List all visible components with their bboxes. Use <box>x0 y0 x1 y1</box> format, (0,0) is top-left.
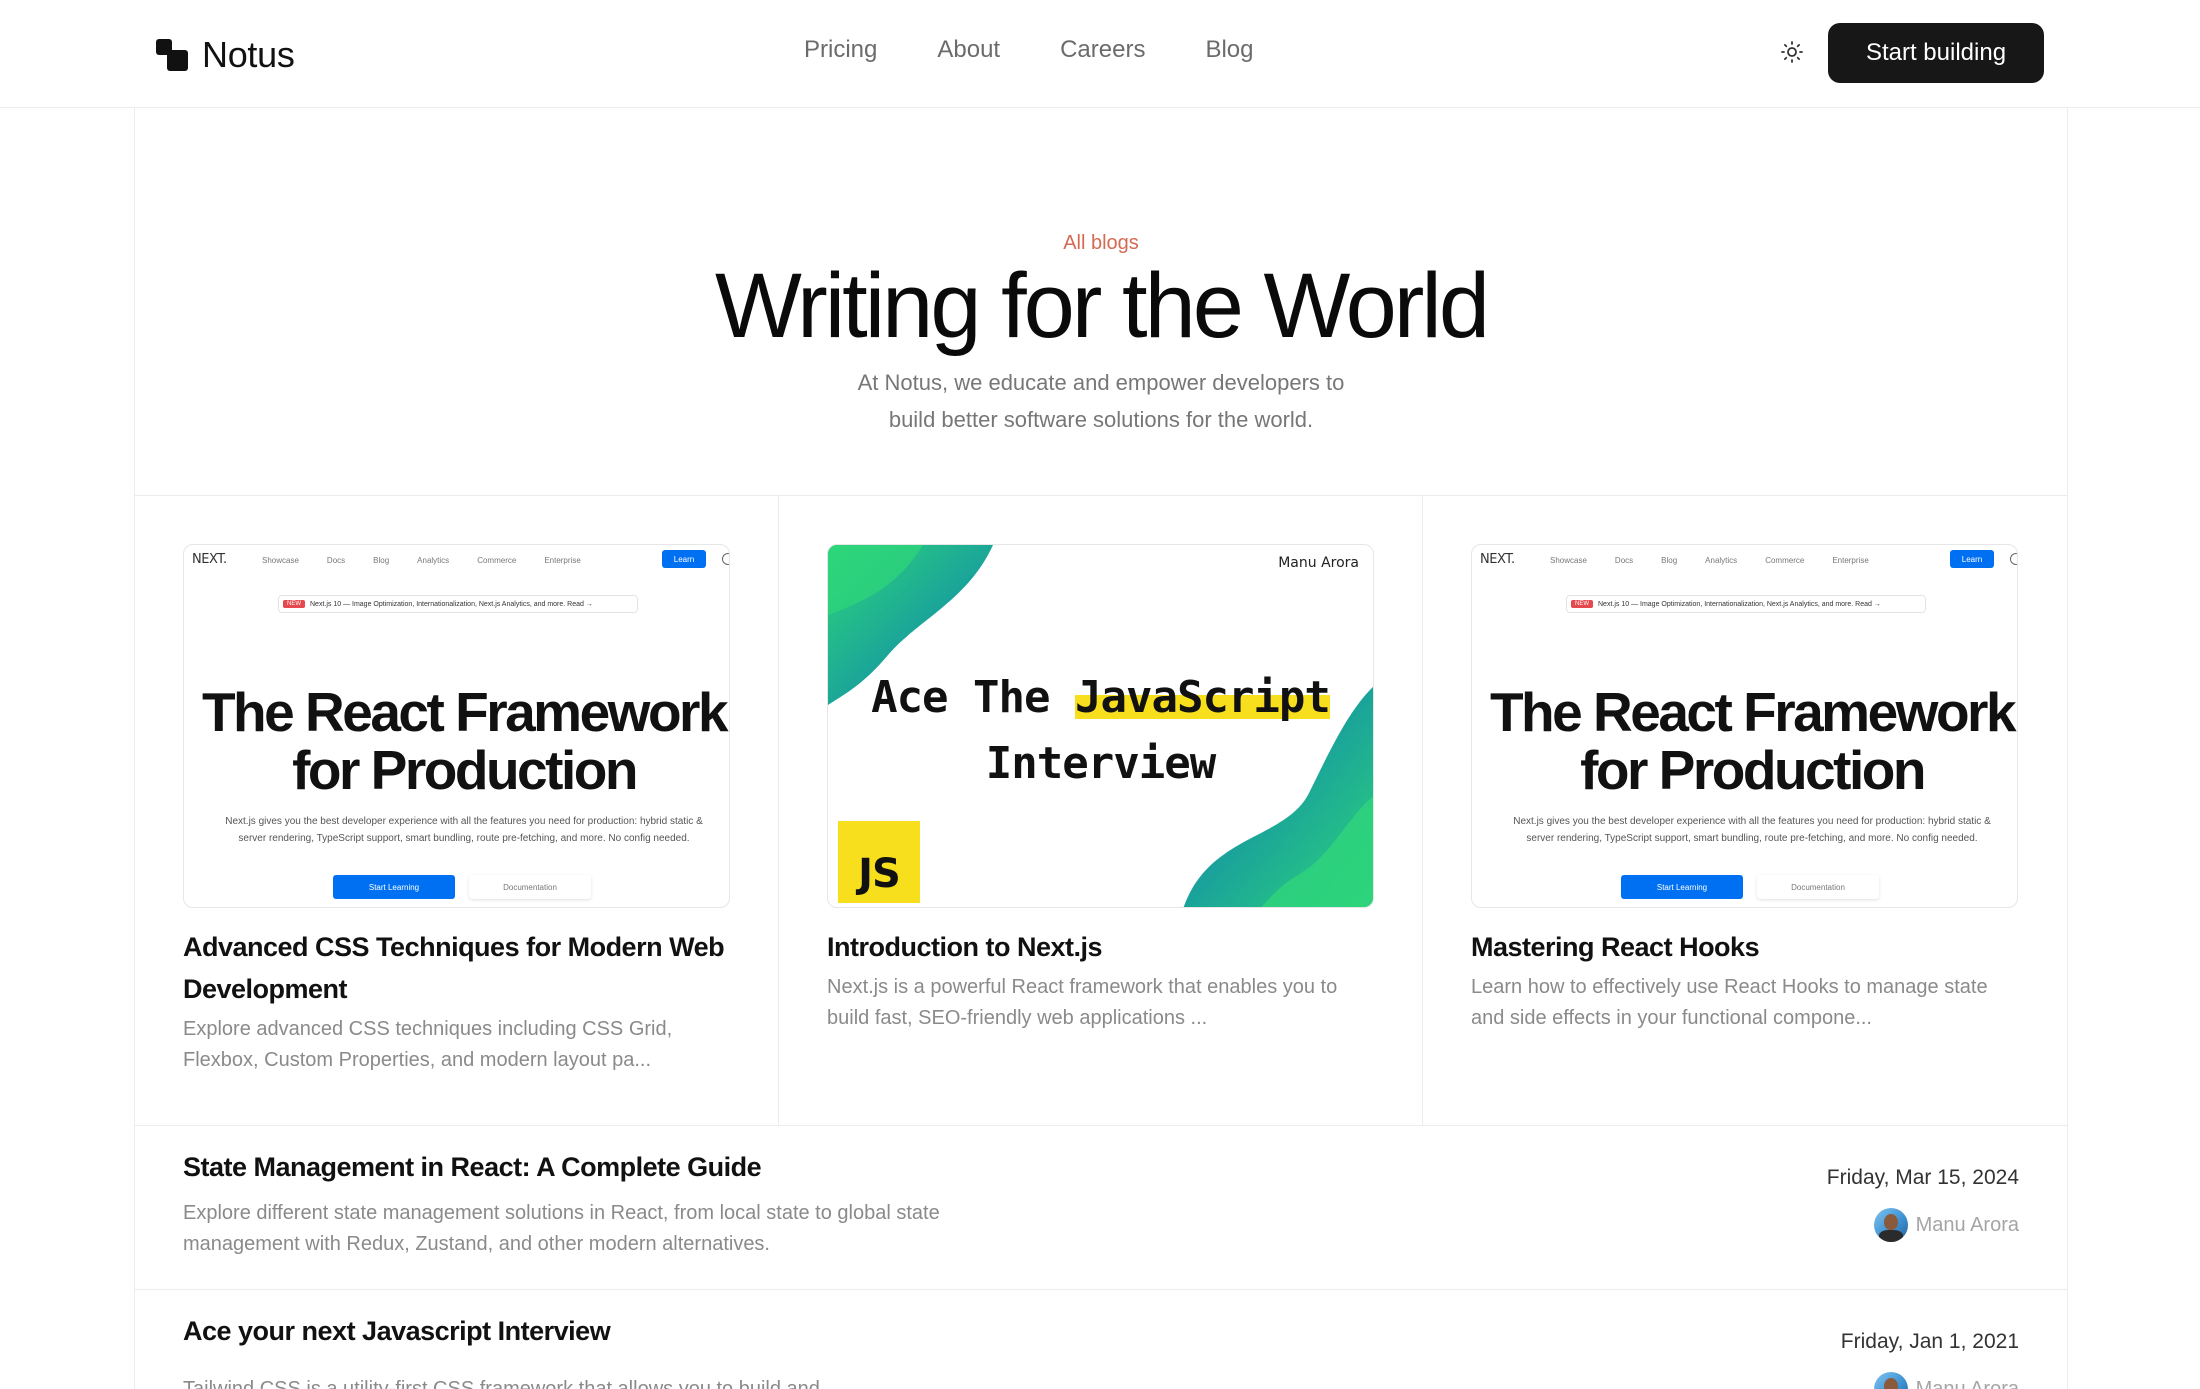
thumb-announcement: NEW Next.js 10 — Image Optimization, Int… <box>1566 595 1926 613</box>
paragraph-line: Next.js gives you the best developer exp… <box>225 816 703 827</box>
post-thumbnail[interactable]: NEXT. Showcase Docs Blog Analytics Comme… <box>1471 544 2018 908</box>
thumb-menu-item: Analytics <box>417 556 450 565</box>
post-author[interactable]: Manu Arora <box>1873 1208 2019 1242</box>
post-card[interactable]: NEXT. Showcase Docs Blog Analytics Comme… <box>1423 496 2067 1126</box>
post-date: Friday, Mar 15, 2024 <box>1826 1166 2019 1189</box>
avatar <box>1873 1372 1908 1389</box>
start-building-button[interactable]: Start building <box>1828 23 2044 83</box>
theme-toggle-button[interactable] <box>1778 38 1806 66</box>
thumb-documentation: Documentation <box>1757 875 1879 899</box>
post-excerpt: Explore advanced CSS techniques includin… <box>183 1018 673 1071</box>
thumb-menu-item: Analytics <box>1705 556 1738 565</box>
brand-name: Notus <box>202 34 295 75</box>
thumb-menu-item: Enterprise <box>544 556 581 565</box>
thumb-start-learning: Start Learning <box>333 875 455 899</box>
post-row[interactable]: State Management in React: A Complete Gu… <box>135 1126 2067 1290</box>
thumb-navbar: NEXT. Showcase Docs Blog Analytics Comme… <box>184 545 729 575</box>
all-blogs-label: All blogs <box>1063 232 1139 254</box>
subtitle-line: At Notus, we educate and empower develop… <box>857 370 1345 395</box>
post-excerpt: Learn how to effectively use React Hooks… <box>1471 976 1988 1029</box>
thumb-menu-item: Showcase <box>1550 556 1587 565</box>
page-subtitle: At Notus, we educate and empower develop… <box>135 364 2067 438</box>
headline-line: for Production <box>1580 739 1926 801</box>
headline-line: Interview <box>985 738 1216 789</box>
thumb-menu-item: Blog <box>373 556 390 565</box>
nav-link-pricing[interactable]: Pricing <box>804 36 877 64</box>
nav-link-careers[interactable]: Careers <box>1060 36 1145 64</box>
post-title[interactable]: State Management in React: A Complete Gu… <box>183 1152 762 1183</box>
github-icon <box>722 553 729 565</box>
main-nav: Pricing About Careers Blog <box>804 36 1253 64</box>
new-badge: NEW <box>1571 600 1593 608</box>
navbar: Notus Pricing About Careers Blog Start b… <box>0 0 2200 108</box>
thumb-paragraph: Next.js gives you the best developer exp… <box>1472 813 2017 847</box>
thumb-learn-badge: Learn <box>662 550 706 568</box>
thumb-menu-item: Commerce <box>477 556 517 565</box>
thumb-paragraph: Next.js gives you the best developer exp… <box>184 813 729 847</box>
thumb-headline: The React Framework for Production <box>1472 681 2017 801</box>
brand-logo[interactable]: Notus <box>156 34 295 76</box>
thumb-headline: The React Framework for Production <box>184 681 729 801</box>
thumb-menu: Showcase Docs Blog Analytics Commerce En… <box>1550 556 1869 565</box>
thumb-start-learning: Start Learning <box>1621 875 1743 899</box>
hero: All blogs Writing for the World At Notus… <box>135 108 2067 496</box>
notus-logo-icon <box>156 39 188 71</box>
headline-line: The React Framework <box>201 681 729 743</box>
post-title[interactable]: Mastering React Hooks <box>1471 926 2018 968</box>
js-logo-icon: JS <box>838 821 920 903</box>
headline-text: Ace The <box>871 672 1075 723</box>
thumb-menu-item: Blog <box>1661 556 1678 565</box>
post-excerpt: Next.js is a powerful React framework th… <box>827 976 1338 1029</box>
post-title[interactable]: Advanced CSS Techniques for Modern Web D… <box>183 926 730 1010</box>
github-icon <box>2010 553 2017 565</box>
announcement-text: Next.js 10 — Image Optimization, Interna… <box>1598 600 1881 608</box>
post-card[interactable]: Manu Arora Ace The JavaScript Interview … <box>779 496 1423 1126</box>
headline-line: for Production <box>292 739 638 801</box>
thumb-headline: Ace The JavaScript Interview <box>828 665 1373 797</box>
new-badge: NEW <box>283 600 305 608</box>
post-thumbnail[interactable]: Manu Arora Ace The JavaScript Interview … <box>827 544 1374 908</box>
thumb-menu: Showcase Docs Blog Analytics Commerce En… <box>262 556 581 565</box>
thumb-documentation: Documentation <box>469 875 591 899</box>
main-frame: All blogs Writing for the World At Notus… <box>134 108 2068 1389</box>
subtitle-line: build better software solutions for the … <box>888 407 1314 432</box>
thumb-author: Manu Arora <box>1278 555 1359 571</box>
nav-link-blog[interactable]: Blog <box>1205 36 1253 64</box>
sun-icon <box>1781 41 1803 63</box>
featured-posts: NEXT. Showcase Docs Blog Analytics Comme… <box>135 496 2067 1126</box>
post-date: Friday, Jan 1, 2021 <box>1840 1330 2019 1353</box>
post-excerpt: Tailwind CSS is a utility-first CSS fram… <box>183 1378 820 1389</box>
thumb-learn-badge: Learn <box>1950 550 1994 568</box>
paragraph-line: server rendering, TypeScript support, sm… <box>1526 833 1978 844</box>
author-name: Manu Arora <box>1915 1377 2019 1389</box>
announcement-text: Next.js 10 — Image Optimization, Interna… <box>310 600 593 608</box>
thumb-menu-item: Docs <box>1614 556 1634 565</box>
paragraph-line: server rendering, TypeScript support, sm… <box>238 833 690 844</box>
headline-line: Ace The JavaScript <box>828 665 1373 731</box>
thumb-menu-item: Showcase <box>262 556 299 565</box>
post-row[interactable]: Ace your next Javascript Interview Tailw… <box>135 1290 2067 1389</box>
author-name: Manu Arora <box>1915 1213 2019 1236</box>
highlight-text: JavaScript <box>1075 672 1331 723</box>
post-title[interactable]: Ace your next Javascript Interview <box>183 1316 611 1347</box>
thumb-menu-item: Docs <box>326 556 346 565</box>
headline-line: The React Framework <box>1489 681 2017 743</box>
paragraph-line: Next.js gives you the best developer exp… <box>1513 816 1991 827</box>
thumb-announcement: NEW Next.js 10 — Image Optimization, Int… <box>278 595 638 613</box>
post-title[interactable]: Introduction to Next.js <box>827 926 1374 968</box>
thumb-menu-item: Commerce <box>1765 556 1805 565</box>
nextjs-logo: NEXT. <box>1480 552 1515 567</box>
nextjs-logo: NEXT. <box>192 552 227 567</box>
post-card[interactable]: NEXT. Showcase Docs Blog Analytics Comme… <box>135 496 779 1126</box>
avatar <box>1873 1208 1908 1242</box>
thumb-navbar: NEXT. Showcase Docs Blog Analytics Comme… <box>1472 545 2017 575</box>
nav-link-about[interactable]: About <box>937 36 1000 64</box>
page-title: Writing for the World <box>714 255 1490 357</box>
thumb-menu-item: Enterprise <box>1832 556 1869 565</box>
post-excerpt: Explore different state management solut… <box>183 1202 940 1255</box>
post-thumbnail[interactable]: NEXT. Showcase Docs Blog Analytics Comme… <box>183 544 730 908</box>
post-author[interactable]: Manu Arora <box>1873 1372 2019 1389</box>
